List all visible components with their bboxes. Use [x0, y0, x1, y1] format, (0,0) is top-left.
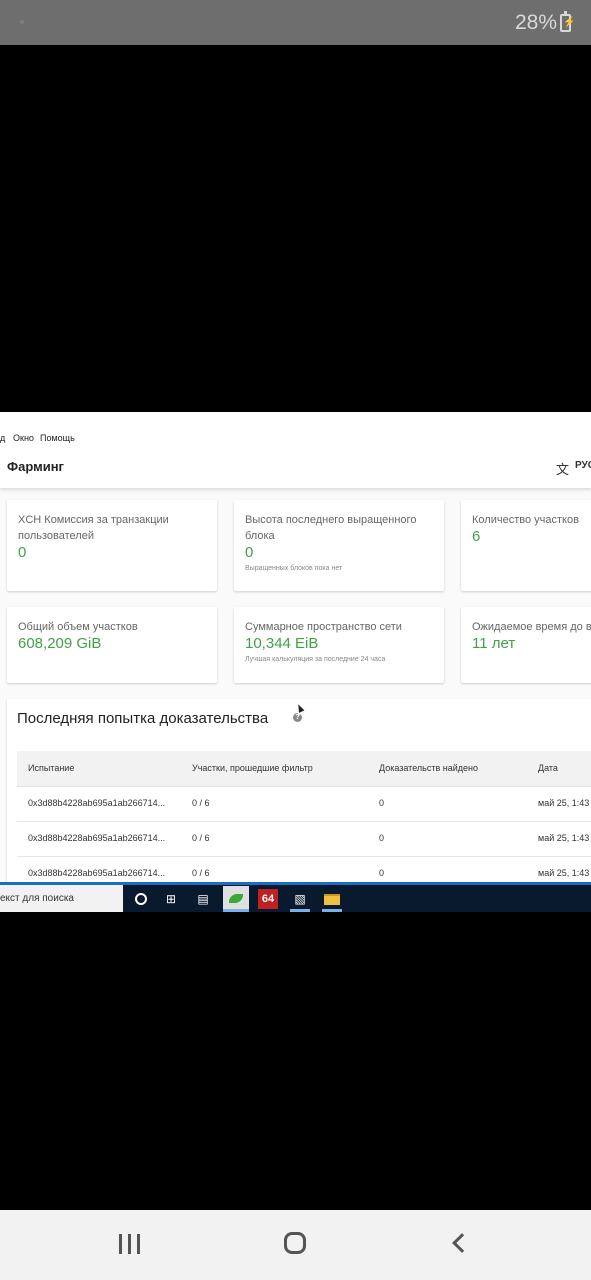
cortana-icon[interactable] — [131, 889, 151, 909]
card-total-plot-size: Общий объем участков 608,209 GiB — [7, 607, 217, 683]
menu-item-view[interactable]: д — [0, 433, 5, 443]
proofs-found-cell: 0 — [379, 798, 385, 808]
recent-apps-icon[interactable] — [119, 1234, 143, 1254]
column-header: Испытание — [28, 763, 75, 773]
active-indicator — [322, 909, 342, 912]
taskbar-search-input[interactable]: екст для поиска — [0, 885, 123, 912]
card-tx-fees: XCH Комиссия за транзакции пользователей… — [7, 500, 217, 591]
card-expected-time: Ожидаемое время до вы 11 лет — [461, 607, 591, 683]
active-indicator — [223, 909, 249, 912]
table-header: Испытание Участки, прошедшие фильтр Дока… — [17, 751, 591, 787]
card-note: Выращенных блоков пока нет — [245, 565, 343, 572]
app-bar: Фарминг 文 РУС — [0, 448, 591, 488]
card-label: XCH Комиссия за транзакции пользователей — [18, 514, 169, 542]
file-explorer-icon[interactable] — [322, 889, 342, 909]
table-row: 0x3d88b4228ab695a1ab266714... 0 / 6 0 ма… — [17, 787, 591, 822]
plots-passed-cell: 0 / 6 — [192, 798, 210, 808]
card-label: Общий объем участков — [18, 621, 138, 633]
card-label: Высота последнего выращенного блока — [245, 514, 417, 542]
windows-taskbar: екст для поиска ⊞ ▤ 64 ▧ — [0, 882, 591, 912]
aida64-icon[interactable]: 64 — [258, 889, 278, 909]
table-row: 0x3d88b4228ab695a1ab266714... 0 / 6 0 ма… — [17, 822, 591, 857]
active-indicator — [290, 909, 310, 912]
column-header: Доказательств найдено — [379, 763, 478, 773]
app-icon[interactable]: ▤ — [193, 889, 213, 909]
column-header: Дата — [538, 763, 558, 773]
language-selector[interactable]: РУС — [575, 460, 591, 471]
card-label: Ожидаемое время до вы — [472, 621, 591, 633]
android-nav-bar — [0, 1210, 591, 1280]
translate-icon[interactable]: 文 — [556, 459, 569, 478]
card-value: 11 лет — [472, 635, 516, 652]
plots-passed-cell: 0 / 6 — [192, 833, 210, 843]
battery-percent: 28% — [514, 11, 557, 34]
section-title: Последняя попытка доказательства — [17, 710, 269, 727]
home-icon[interactable] — [284, 1232, 306, 1254]
challenge-cell: 0x3d88b4228ab695a1ab266714... — [28, 833, 166, 843]
card-value: 0 — [245, 544, 254, 561]
desktop-screen: д Окно Помощь Фарминг 文 РУС XCH Комиссия… — [0, 412, 591, 882]
card-label: Количество участков — [472, 514, 579, 526]
card-plot-count: Количество участков 6 — [461, 500, 591, 591]
card-note: Лучшая калькуляция за последние 24 часа — [245, 656, 386, 663]
card-label: Суммарное пространство сети — [245, 621, 402, 633]
notification-dot — [20, 20, 24, 24]
proofs-found-cell: 0 — [379, 833, 385, 843]
card-value: 6 — [472, 528, 481, 545]
column-header: Участки, прошедшие фильтр — [192, 763, 313, 773]
card-network-space: Суммарное пространство сети 10,344 EiB Л… — [234, 607, 444, 683]
menu-item-help[interactable]: Помощь — [40, 433, 75, 443]
menu-bar: д Окно Помощь — [0, 432, 591, 448]
date-cell: май 25, 1:43 — [538, 798, 590, 808]
card-last-block-height: Высота последнего выращенного блока 0 Вы… — [234, 500, 444, 591]
last-proof-card: Последняя попытка доказательства ? Испыт… — [7, 699, 591, 882]
date-cell: май 25, 1:43 — [538, 833, 590, 843]
challenge-cell: 0x3d88b4228ab695a1ab266714... — [28, 798, 166, 808]
menu-item-window[interactable]: Окно — [13, 433, 34, 443]
phone-status-bar: 28% ⚡ — [0, 0, 591, 45]
battery-icon: ⚡ — [560, 11, 575, 32]
page-title: Фарминг — [7, 459, 64, 474]
card-value: 10,344 EiB — [245, 635, 319, 652]
card-value: 0 — [18, 544, 27, 561]
date-cell: май 25, 1:43 — [538, 868, 590, 878]
back-icon[interactable] — [452, 1233, 472, 1253]
app-icon[interactable]: ▧ — [290, 889, 310, 909]
plots-passed-cell: 0 / 6 — [192, 868, 210, 878]
card-value: 608,209 GiB — [18, 635, 102, 652]
proofs-found-cell: 0 — [379, 868, 385, 878]
challenge-cell: 0x3d88b4228ab695a1ab266714... — [28, 868, 166, 878]
table-row: 0x3d88b4228ab695a1ab266714... 0 / 6 0 ма… — [17, 857, 591, 882]
task-view-icon[interactable]: ⊞ — [161, 889, 181, 909]
